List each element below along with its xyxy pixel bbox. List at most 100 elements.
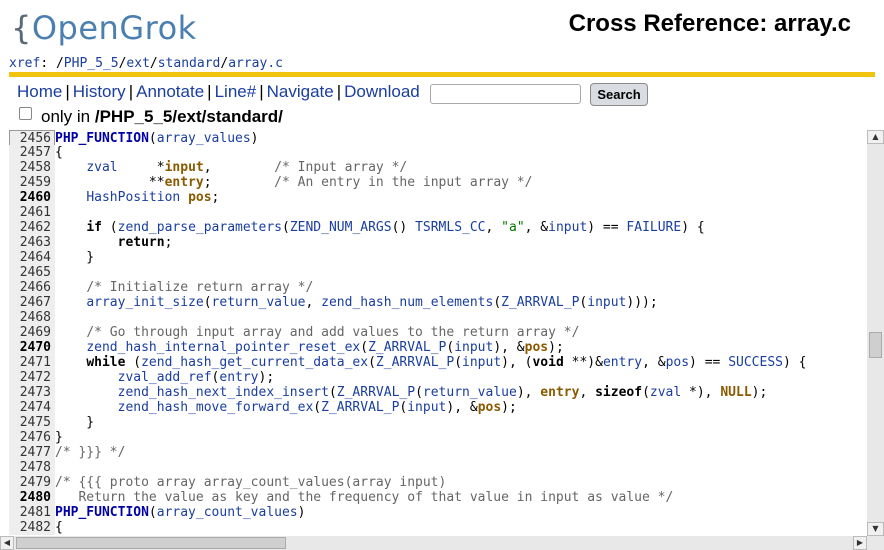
- horizontal-scrollbar[interactable]: ◀ ▶: [0, 536, 867, 550]
- line-number[interactable]: 2469: [9, 325, 55, 340]
- code-line: 2467 array_init_size(return_value, zend_…: [9, 295, 867, 310]
- only-in-label: only in: [41, 107, 91, 126]
- scroll-down-arrow-icon[interactable]: ▼: [867, 522, 884, 536]
- line-number[interactable]: 2473: [9, 385, 55, 400]
- code-text: /* Initialize return array */: [86, 280, 314, 295]
- code-line: 2457{: [9, 145, 867, 160]
- code-line: 2466 /* Initialize return array */: [9, 280, 867, 295]
- breadcrumb-slash: /: [220, 56, 229, 71]
- vertical-scroll-thumb[interactable]: [869, 332, 882, 358]
- line-number[interactable]: 2460: [9, 190, 55, 205]
- scroll-left-arrow-icon[interactable]: ◀: [0, 536, 14, 550]
- menu-navigate[interactable]: Navigate: [267, 82, 334, 101]
- code-text: /* Go through input array and add values…: [86, 325, 580, 340]
- code-line: 2459 **entry; /* An entry in the input a…: [9, 175, 867, 190]
- code-line: 2474 zend_hash_move_forward_ex(Z_ARRVAL_…: [9, 400, 867, 415]
- code-text: zval_add_ref(entry);: [117, 370, 275, 385]
- code-text: PHP_FUNCTION(array_values): [55, 131, 259, 146]
- breadcrumb: xref: /PHP_5_5/ext/standard/array.c: [9, 56, 283, 71]
- code-line: 2482{: [9, 520, 867, 535]
- line-number[interactable]: 2457: [9, 145, 55, 160]
- line-number[interactable]: 2471: [9, 355, 55, 370]
- menu-download[interactable]: Download: [344, 82, 420, 101]
- source-code-view[interactable]: 2456 PHP_FUNCTION(array_values) 2457{2458 …: [9, 130, 867, 536]
- code-line: 2460 HashPosition pos;: [9, 190, 867, 205]
- line-number[interactable]: 2468: [9, 310, 55, 325]
- code-line: 2475 }: [9, 415, 867, 430]
- scroll-up-arrow-icon[interactable]: ▲: [867, 130, 884, 144]
- menu-annotate[interactable]: Annotate: [136, 82, 204, 101]
- line-number[interactable]: 2474: [9, 400, 55, 415]
- line-number[interactable]: 2463: [9, 235, 55, 250]
- code-text: }: [55, 430, 63, 445]
- line-number[interactable]: 2476: [9, 430, 55, 445]
- menu-history[interactable]: History: [73, 82, 126, 101]
- breadcrumb-standard[interactable]: standard: [158, 56, 221, 71]
- code-line: 2468: [9, 310, 867, 325]
- code-text: array_init_size(return_value, zend_hash_…: [86, 295, 658, 310]
- code-text: {: [55, 145, 63, 160]
- scroll-right-arrow-icon[interactable]: ▶: [853, 536, 867, 550]
- opengrok-logo[interactable]: {OpenGrok: [11, 8, 197, 48]
- search-button[interactable]: Search: [590, 83, 648, 106]
- only-in-checkbox[interactable]: [19, 107, 32, 120]
- code-text: PHP_FUNCTION(array_count_values): [55, 505, 306, 520]
- code-text: zend_hash_next_index_insert(Z_ARRVAL_P(r…: [117, 385, 768, 400]
- only-in-path: /PHP_5_5/ext/standard/: [94, 107, 283, 126]
- horizontal-scroll-thumb[interactable]: [16, 537, 286, 549]
- line-number[interactable]: 2461: [9, 205, 55, 220]
- line-number[interactable]: 2481: [9, 505, 55, 520]
- breadcrumb-sep: : /: [40, 56, 64, 71]
- code-line: 2464 }: [9, 250, 867, 265]
- line-number[interactable]: 2458: [9, 160, 55, 175]
- code-text: zval *input, /* Input array */: [86, 160, 408, 175]
- code-line: 2461: [9, 205, 867, 220]
- code-line: 2478: [9, 460, 867, 475]
- vertical-scrollbar[interactable]: ▲ ▼: [867, 130, 884, 536]
- code-line: 2480 Return the value as key and the fre…: [9, 490, 867, 505]
- code-line: 2481 PHP_FUNCTION(array_count_values): [9, 505, 867, 520]
- code-text: **entry; /* An entry in the input array …: [55, 175, 533, 190]
- menu-home[interactable]: Home: [17, 82, 62, 101]
- code-text: }: [55, 415, 95, 430]
- line-number[interactable]: 2472: [9, 370, 55, 385]
- code-text: zend_hash_internal_pointer_reset_ex(Z_AR…: [86, 340, 564, 355]
- code-line: 2456 PHP_FUNCTION(array_values): [9, 130, 867, 147]
- code-text: /* {{{ proto array array_count_values(ar…: [55, 475, 447, 490]
- code-line: 2473 zend_hash_next_index_insert(Z_ARRVA…: [9, 385, 867, 400]
- breadcrumb-file[interactable]: array.c: [228, 56, 283, 71]
- line-number[interactable]: 2478: [9, 460, 55, 475]
- code-line: 2477/* }}} */: [9, 445, 867, 460]
- line-number[interactable]: 2482: [9, 520, 55, 535]
- line-number[interactable]: 2466: [9, 280, 55, 295]
- code-text: {: [55, 520, 63, 535]
- code-line: 2465: [9, 265, 867, 280]
- line-number[interactable]: 2477: [9, 445, 55, 460]
- search-input[interactable]: [430, 84, 581, 104]
- line-number[interactable]: 2464: [9, 250, 55, 265]
- code-line: 2463 return;: [9, 235, 867, 250]
- line-number[interactable]: 2462: [9, 220, 55, 235]
- menu-separator: |: [207, 82, 212, 101]
- code-text: while (zend_hash_get_current_data_ex(Z_A…: [86, 355, 807, 370]
- menu-line-numbers[interactable]: Line#: [215, 82, 257, 101]
- breadcrumb-xref[interactable]: xref: [9, 56, 40, 71]
- breadcrumb-php55[interactable]: PHP_5_5: [64, 56, 119, 71]
- code-text: HashPosition pos;: [86, 190, 220, 205]
- line-number[interactable]: 2467: [9, 295, 55, 310]
- line-number[interactable]: 2479: [9, 475, 55, 490]
- nav-menu: Home | History | Annotate | Line# | Navigate | Dow…: [17, 82, 420, 102]
- logo-brace: {: [11, 9, 32, 47]
- breadcrumb-ext[interactable]: ext: [126, 56, 149, 71]
- line-number[interactable]: 2465: [9, 265, 55, 280]
- code-text: Return the value as key and the frequenc…: [55, 490, 674, 505]
- line-number[interactable]: 2459: [9, 175, 55, 190]
- code-text: return;: [117, 235, 173, 250]
- line-number[interactable]: 2475: [9, 415, 55, 430]
- line-number[interactable]: 2480: [9, 490, 55, 505]
- menu-separator: |: [336, 82, 342, 101]
- scrollbar-corner: [867, 536, 884, 550]
- line-number[interactable]: 2470: [9, 340, 55, 355]
- menu-separator: |: [65, 82, 70, 101]
- breadcrumb-slash: /: [149, 56, 158, 71]
